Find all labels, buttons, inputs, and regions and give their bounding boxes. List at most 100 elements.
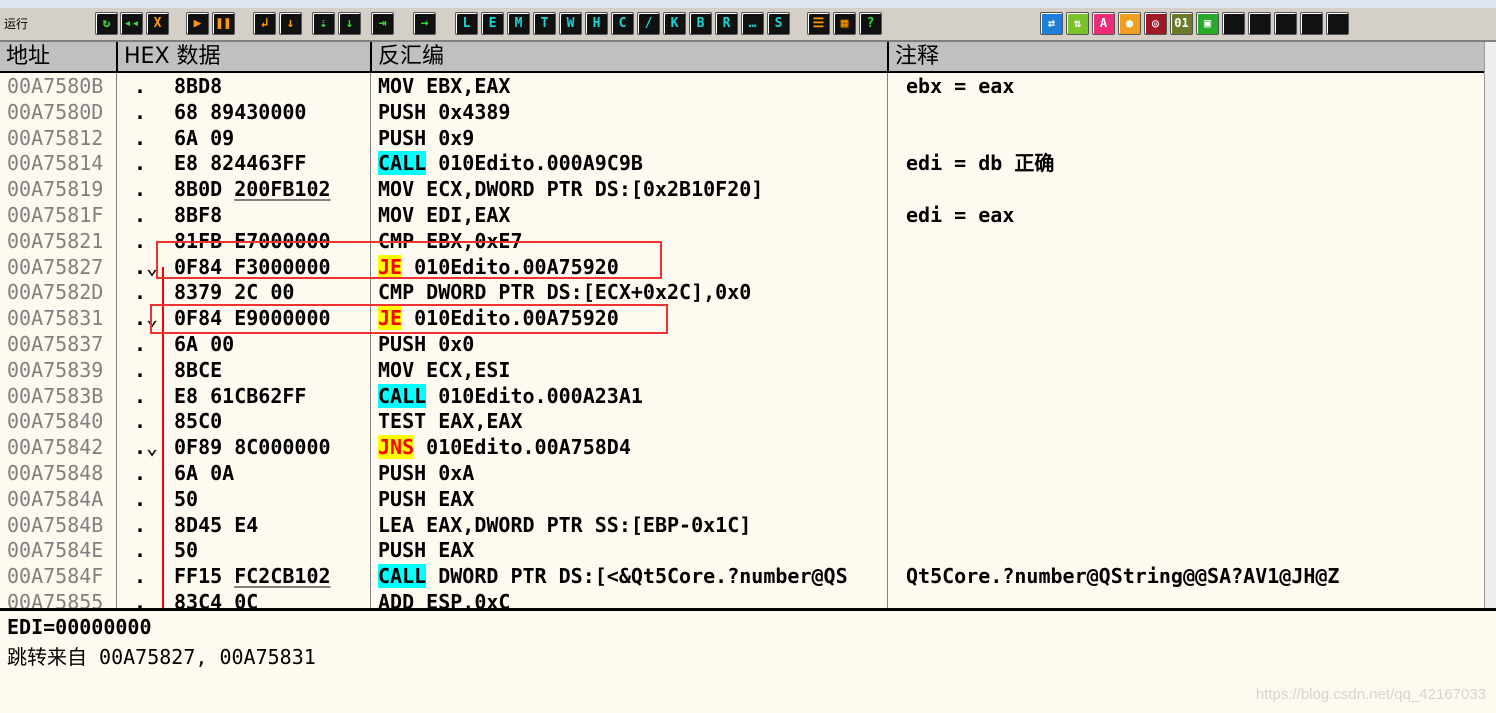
table-row[interactable]: 00A7583B. E8 61CB62FF CALL 010Edito.000A23… (0, 383, 1484, 409)
disasm-cell: ADD ESP,0xC (378, 589, 510, 608)
column-divider (370, 73, 371, 608)
address-cell: 00A75842 (7, 435, 104, 460)
ascii-icon[interactable]: A (1092, 12, 1115, 35)
panel-icon[interactable]: ▣ (1196, 12, 1219, 35)
empty-slot-button[interactable] (1300, 12, 1323, 35)
info-pane: EDI=00000000 跳转来自 00A75827, 00A75831 htt… (0, 608, 1496, 713)
trace-over-icon[interactable]: ↓ (338, 12, 361, 35)
table-row[interactable]: 00A7584A. 50 PUSH EAX (0, 486, 1484, 512)
table-row[interactable]: 00A7580B. 8BD8 MOV EBX,EAX ebx = eax (0, 73, 1484, 99)
modules-window-icon[interactable]: E (481, 12, 504, 35)
table-row[interactable]: 00A75812. 6A 09 PUSH 0x9 (0, 125, 1484, 151)
hex-cell: E8 61CB62FF (174, 383, 306, 409)
address-cell: 00A7581F (7, 203, 104, 227)
address-cell: 00A75840 (7, 409, 104, 434)
source-window-icon[interactable]: S (767, 12, 790, 35)
cpu-window-icon[interactable]: C (611, 12, 634, 35)
hex-bytes: 8BF8 (174, 203, 223, 227)
table-row[interactable]: 00A7581F. 8BF8 MOV EDI,EAX edi = eax (0, 202, 1484, 228)
table-row[interactable]: 00A7584F. FF15 FC2CB102 CALL DWORD PTR DS:… (0, 563, 1484, 589)
empty-slot-button[interactable] (1326, 12, 1349, 35)
disasm-cell: MOV EDI,EAX (378, 202, 510, 228)
table-row[interactable]: 00A7582D. 8379 2C 00 CMP DWORD PTR DS:[ECX… (0, 279, 1484, 305)
record-icon[interactable]: ● (1118, 12, 1141, 35)
disasm-cell: PUSH 0x0 (378, 331, 474, 357)
jump-marker: . (134, 383, 147, 408)
pause-icon[interactable]: ❚❚ (212, 12, 235, 35)
operands: EBX,EAX (414, 74, 511, 98)
jump-marker: . (134, 512, 147, 537)
register-info: EDI=00000000 (7, 615, 152, 639)
header-hex[interactable]: HEX 数据 (118, 42, 372, 71)
updown-icon[interactable]: ⇅ (1066, 12, 1089, 35)
hex-bytes: 68 89430000 (174, 99, 307, 124)
address-cell: 00A75839 (7, 357, 104, 382)
jump-marker: . (134, 74, 147, 98)
run-icon[interactable]: ▶ (186, 12, 209, 35)
header-address[interactable]: 地址 (0, 42, 118, 71)
table-row[interactable]: 00A75837. 6A 00 PUSH 0x0 (0, 331, 1484, 357)
table-row[interactable]: 00A7580D. 68 89430000 PUSH 0x4389 (0, 99, 1484, 125)
mnemonic: CALL (378, 564, 427, 589)
table-row[interactable]: 00A75855. 83C4 0C ADD ESP,0xC (0, 589, 1484, 608)
table-row[interactable]: 00A7584B. 8D45 E4 LEA EAX,DWORD PTR SS:[EB… (0, 512, 1484, 538)
table-row[interactable]: 00A75839. 8BCE MOV ECX,ESI (0, 357, 1484, 383)
disasm-cell: PUSH EAX (378, 537, 474, 563)
call-stack-window-icon[interactable]: K (663, 12, 686, 35)
references-window-icon[interactable]: R (715, 12, 738, 35)
toolbar-status-label: 运行 (4, 17, 29, 31)
table-row[interactable]: 00A75840. 85C0 TEST EAX,EAX (0, 408, 1484, 434)
binary-icon[interactable]: 01 (1170, 12, 1193, 35)
trace-into-icon[interactable]: ⇣ (312, 12, 335, 35)
header-disasm[interactable]: 反汇编 (372, 42, 889, 71)
annotation-box (150, 304, 668, 334)
mnemonic: CALL (378, 151, 427, 176)
hex-cell: 68 89430000 (174, 99, 306, 125)
jump-marker: . (134, 538, 147, 563)
swap-icon[interactable]: ⇄ (1040, 12, 1063, 35)
close-icon[interactable]: X (146, 12, 169, 35)
step-over-icon[interactable]: ↓ (279, 12, 302, 35)
step-into-icon[interactable]: ↲ (253, 12, 276, 35)
execute-till-return-icon[interactable]: ⇥ (371, 12, 394, 35)
jump-marker: . (134, 203, 147, 227)
table-row[interactable]: 00A75842 .⌄ 0F89 8C000000 JNS 010Edito.00A7… (0, 434, 1484, 460)
grid-icon[interactable]: ▦ (833, 12, 856, 35)
address-cell: 00A7584F (7, 564, 104, 589)
mnemonic: TEST (378, 409, 427, 434)
target-icon[interactable]: ◎ (1144, 12, 1167, 35)
hex-bytes: 85C0 (174, 409, 223, 434)
table-row[interactable]: 00A7584E. 50 PUSH EAX (0, 537, 1484, 563)
table-row[interactable]: 00A75848. 6A 0A PUSH 0xA (0, 460, 1484, 486)
handles-window-icon[interactable]: H (585, 12, 608, 35)
run-trace-window-icon[interactable]: … (741, 12, 764, 35)
jump-marker: . (134, 332, 147, 356)
patches-window-icon[interactable]: / (637, 12, 660, 35)
breakpoints-window-icon[interactable]: B (689, 12, 712, 35)
threads-window-icon[interactable]: T (533, 12, 556, 35)
header-comment[interactable]: 注释 (889, 42, 1484, 71)
go-to-icon[interactable]: → (413, 12, 436, 35)
empty-slot-button[interactable] (1248, 12, 1271, 35)
jump-marker: . (134, 280, 147, 305)
rewind-icon[interactable]: ◂◂ (120, 12, 143, 35)
memory-window-icon[interactable]: M (507, 12, 530, 35)
list-icon[interactable]: ☰ (807, 12, 830, 35)
log-window-icon[interactable]: L (455, 12, 478, 35)
operands: 010Edito.000A9C9B (426, 151, 643, 176)
empty-slot-button[interactable] (1274, 12, 1297, 35)
windows-window-icon[interactable]: W (559, 12, 582, 35)
hex-cell: FF15 FC2CB102 (174, 563, 331, 589)
hex-bytes: 6A 0A (174, 461, 235, 485)
restart-icon[interactable]: ↻ (95, 12, 118, 35)
hex-cell: 8379 2C 00 (174, 279, 294, 305)
address-cell: 00A75814 (7, 151, 104, 176)
table-row[interactable]: 00A75819. 8B0D 200FB102 MOV ECX,DWORD PTR … (0, 176, 1484, 202)
disassembly-pane[interactable]: 00A7580B. 8BD8 MOV EBX,EAX ebx = eax 00A7580… (0, 73, 1484, 608)
help-icon[interactable]: ? (859, 12, 882, 35)
vertical-scrollbar[interactable] (1484, 42, 1496, 608)
empty-slot-button[interactable] (1222, 12, 1245, 35)
table-row[interactable]: 00A75814. E8 824463FF CALL 010Edito.000A9C… (0, 150, 1484, 176)
jump-marker: . (134, 486, 147, 511)
hex-bytes: 8D45 E4 (174, 512, 259, 537)
